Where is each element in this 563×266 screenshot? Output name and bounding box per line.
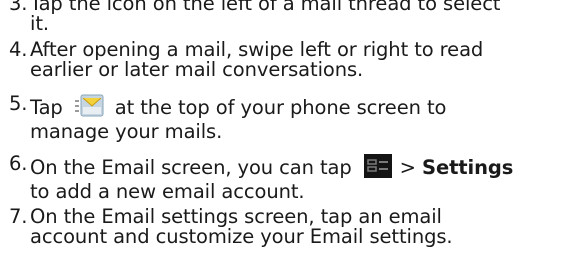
step-text-line: manage your mails. bbox=[30, 120, 223, 143]
step-text: Tap bbox=[30, 96, 63, 119]
step-text-line: Tap at the top of your phone screen to bbox=[30, 94, 563, 122]
step-text-line: On the Email screen, you can tap > Setti… bbox=[30, 154, 563, 182]
mail-folder-icon bbox=[74, 94, 105, 122]
step-4: 4. After opening a mail, swipe left or r… bbox=[0, 40, 563, 80]
step-5: 5. Tap at the top of your phone screen t… bbox=[0, 94, 563, 142]
menu-icon bbox=[363, 154, 392, 182]
step-text-line: account and customize your Email setting… bbox=[30, 225, 453, 248]
step-text-line: Tap the icon on the left of a mail threa… bbox=[30, 0, 501, 15]
step-text: > bbox=[399, 156, 416, 179]
step-text: at the top of your phone screen to bbox=[114, 96, 447, 119]
settings-label: Settings bbox=[422, 156, 514, 179]
step-text: On the Email screen, you can tap bbox=[30, 156, 352, 179]
step-number: 6. bbox=[9, 152, 28, 175]
step-3: 3. Tap the icon on the left of a mail th… bbox=[0, 0, 563, 34]
step-6: 6. On the Email screen, you can tap > Se… bbox=[0, 154, 563, 202]
step-text-line: it. bbox=[30, 12, 49, 35]
step-number: 4. bbox=[9, 38, 28, 61]
step-text-line: After opening a mail, swipe left or righ… bbox=[30, 38, 484, 61]
step-text-line: On the Email settings screen, tap an ema… bbox=[30, 205, 442, 228]
step-7: 7. On the Email settings screen, tap an … bbox=[0, 207, 563, 247]
step-number: 7. bbox=[9, 205, 28, 228]
step-number: 5. bbox=[9, 92, 28, 115]
instruction-list: 3. Tap the icon on the left of a mail th… bbox=[0, 0, 563, 247]
step-text-line: to add a new email account. bbox=[30, 180, 305, 203]
step-text-line: earlier or later mail conversations. bbox=[30, 58, 364, 81]
step-number: 3. bbox=[9, 0, 28, 15]
